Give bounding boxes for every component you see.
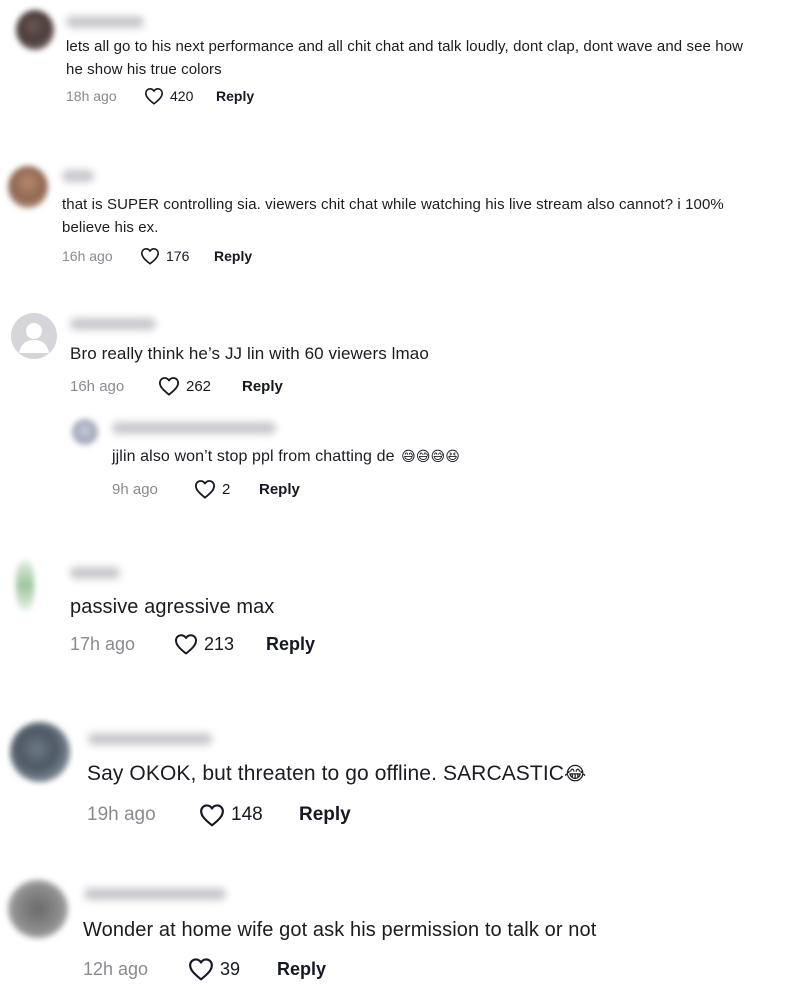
comment-text: lets all go to his next performance and …: [66, 38, 744, 55]
like-button[interactable]: 213: [174, 633, 266, 655]
comment-meta: 9h ago 2 Reply: [112, 479, 300, 499]
comment-text: jjlin also won’t stop ppl from chatting …: [112, 448, 460, 466]
avatar[interactable]: [10, 722, 70, 782]
reply-button[interactable]: Reply: [214, 248, 252, 264]
username[interactable]: [66, 16, 144, 28]
username[interactable]: [62, 170, 94, 182]
timestamp: 19h ago: [87, 804, 156, 825]
reply-button[interactable]: Reply: [299, 804, 351, 826]
comment-text: that is SUPER controlling sia. viewers c…: [62, 196, 724, 213]
reply-button[interactable]: Reply: [266, 634, 315, 655]
heart-icon: [175, 634, 197, 655]
username[interactable]: [84, 888, 226, 900]
timestamp: 16h ago: [70, 377, 125, 395]
username[interactable]: [70, 318, 156, 330]
emoji: 😂: [564, 764, 587, 785]
comment-meta: 12h ago 39 Reply: [83, 957, 326, 981]
comment-text: passive agressive max: [70, 596, 275, 618]
like-count: 2: [222, 480, 231, 498]
like-button[interactable]: 420: [144, 87, 216, 105]
avatar[interactable]: [11, 313, 57, 359]
timestamp: 17h ago: [70, 633, 136, 654]
timestamp: 12h ago: [83, 958, 149, 979]
heart-icon: [189, 958, 213, 981]
avatar[interactable]: [16, 10, 54, 50]
like-button[interactable]: 148: [199, 803, 299, 827]
like-button[interactable]: 262: [158, 376, 242, 396]
comment-text: Wonder at home wife got ask his permissi…: [83, 919, 597, 941]
timestamp: 16h ago: [62, 248, 113, 264]
default-avatar-icon: [19, 323, 49, 353]
reply-text: jjlin also won’t stop ppl from chatting …: [112, 448, 395, 465]
like-button[interactable]: 39: [188, 957, 277, 981]
reply-button[interactable]: Reply: [277, 959, 326, 980]
comment-meta: 16h ago 262 Reply: [70, 376, 283, 396]
comment-text: Say OKOK, but threaten to go offline. SA…: [87, 762, 586, 786]
like-button[interactable]: 2: [194, 479, 259, 499]
heart-icon: [200, 804, 224, 827]
reply-button[interactable]: Reply: [216, 88, 254, 104]
heart-icon: [145, 87, 163, 105]
comment-text: Bro really think he’s JJ lin with 60 vie…: [70, 344, 429, 363]
reply-button[interactable]: Reply: [259, 481, 300, 498]
timestamp: 9h ago: [112, 480, 158, 498]
username[interactable]: [88, 733, 212, 745]
like-count: 262: [186, 377, 212, 395]
emoji: 😅😅😅😆: [401, 448, 460, 464]
heart-icon: [159, 377, 179, 396]
like-count: 420: [170, 88, 194, 104]
avatar[interactable]: [72, 419, 98, 445]
comment-meta: 17h ago 213 Reply: [70, 633, 315, 655]
comment-meta: 18h ago 420 Reply: [66, 87, 254, 105]
avatar[interactable]: [8, 880, 68, 938]
comment-body: Say OKOK, but threaten to go offline. SA…: [87, 762, 565, 785]
avatar[interactable]: [16, 560, 34, 610]
like-button[interactable]: 176: [140, 247, 214, 265]
heart-icon: [141, 247, 159, 265]
comment-text: believe his ex.: [62, 219, 159, 236]
timestamp: 18h ago: [66, 88, 117, 104]
like-count: 176: [166, 248, 190, 264]
like-count: 213: [204, 633, 235, 654]
comment-meta: 16h ago 176 Reply: [62, 247, 252, 265]
username[interactable]: [112, 422, 276, 434]
heart-icon: [195, 480, 215, 499]
like-count: 39: [220, 958, 241, 979]
like-count: 148: [231, 804, 263, 825]
avatar[interactable]: [8, 166, 48, 208]
comment-text: he show his true colors: [66, 61, 222, 78]
username[interactable]: [70, 567, 120, 579]
comment-meta: 19h ago 148 Reply: [87, 803, 351, 827]
reply-button[interactable]: Reply: [242, 378, 283, 395]
